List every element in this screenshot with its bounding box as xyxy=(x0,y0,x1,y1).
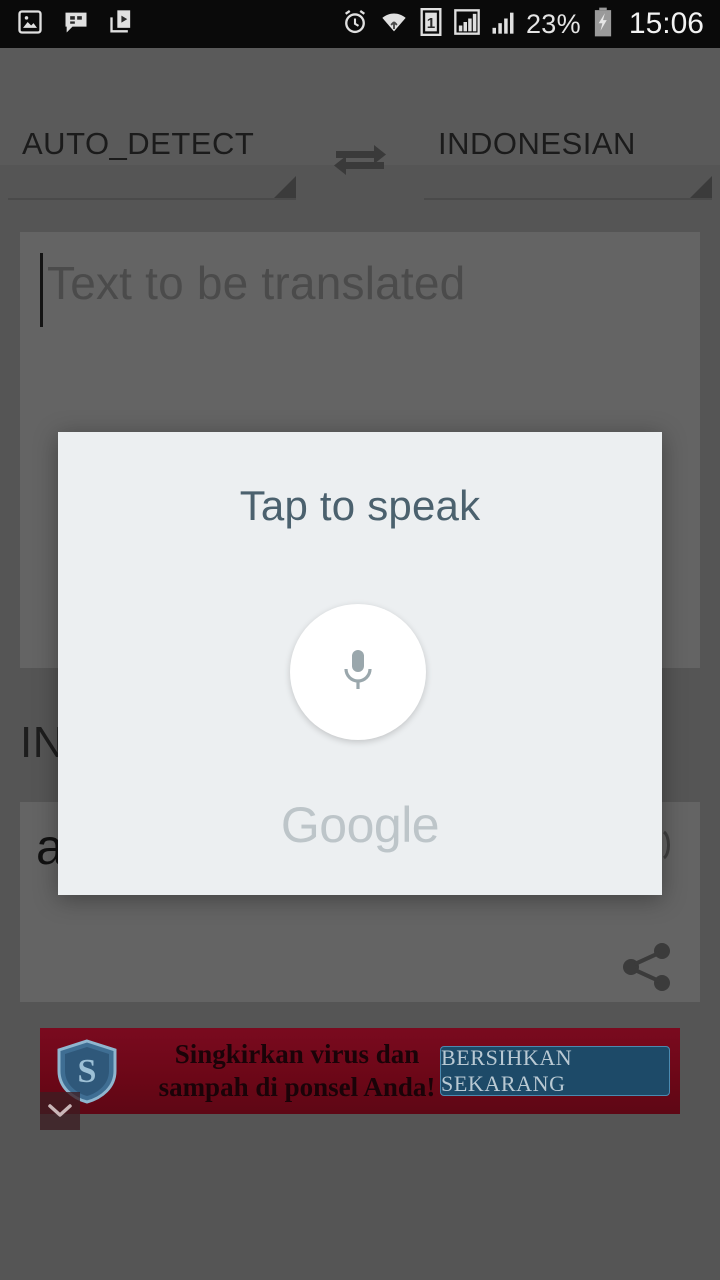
source-spinner-underline xyxy=(8,198,296,200)
google-wordmark: Google xyxy=(280,797,440,853)
status-bar-left-icons xyxy=(16,8,136,41)
source-text-placeholder: Text to be translated xyxy=(47,257,466,309)
target-spinner-underline xyxy=(424,198,712,200)
wifi-icon xyxy=(380,8,408,41)
source-spinner-caret-icon xyxy=(274,176,296,198)
play-store-download-icon xyxy=(108,8,136,41)
text-cursor xyxy=(40,253,43,327)
app-screen: 1 23% 15:06 AUTO_DETECT INDONESIAN Text … xyxy=(0,0,720,1280)
target-language-label: INDONESIAN xyxy=(438,126,636,161)
voice-dialog-title: Tap to speak xyxy=(239,482,481,529)
battery-percent-label: 23% xyxy=(525,8,581,39)
signal-bars-1-icon xyxy=(454,8,480,41)
signal-bars-2-icon xyxy=(491,8,515,41)
target-language-spinner[interactable]: INDONESIAN xyxy=(424,126,712,208)
status-bar: 1 23% 15:06 xyxy=(0,0,720,48)
status-clock: 15:06 xyxy=(628,7,704,40)
status-bar-right-icons: 1 23% 15:06 xyxy=(341,7,704,42)
swap-horizontal-icon[interactable] xyxy=(330,138,390,182)
sim-1-icon: 1 xyxy=(419,7,443,41)
microphone-icon xyxy=(336,644,380,701)
battery-charging-icon xyxy=(592,7,614,42)
ad-collapse-button[interactable] xyxy=(40,1092,80,1130)
microphone-button[interactable] xyxy=(290,604,426,740)
source-language-label: AUTO_DETECT xyxy=(22,126,255,161)
voice-input-dialog: Tap to speak Google xyxy=(58,432,662,895)
target-spinner-caret-icon xyxy=(690,176,712,198)
svg-text:S: S xyxy=(78,1053,97,1090)
share-icon[interactable] xyxy=(618,938,676,1001)
chevron-down-icon xyxy=(48,1104,72,1117)
svg-text:1: 1 xyxy=(427,14,435,31)
ad-cta-button[interactable]: BERSIHKAN SEKARANG xyxy=(440,1045,670,1096)
language-selection-bar: AUTO_DETECT INDONESIAN xyxy=(0,48,720,200)
messenger-chat-icon xyxy=(62,8,90,41)
ad-banner[interactable]: S Singkirkan virus dan sampah di ponsel … xyxy=(40,1028,680,1114)
alarm-clock-icon xyxy=(341,8,369,41)
ad-headline: Singkirkan virus dan sampah di ponsel An… xyxy=(158,1039,436,1102)
gallery-image-icon xyxy=(16,8,44,41)
source-language-spinner[interactable]: AUTO_DETECT xyxy=(8,126,296,208)
